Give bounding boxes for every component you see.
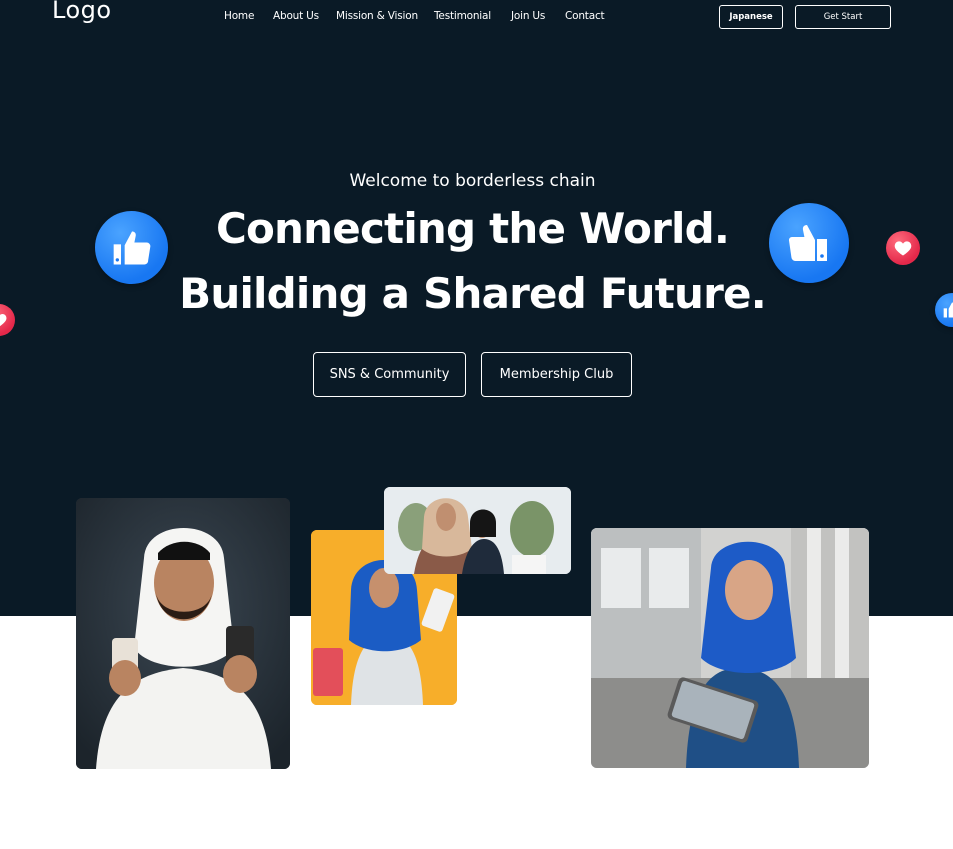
women-with-laptop-photo [384, 487, 571, 574]
sns-community-button[interactable]: SNS & Community [313, 352, 466, 397]
heart-icon [886, 231, 920, 265]
nav-home[interactable]: Home [224, 10, 254, 22]
language-button[interactable]: Japanese [719, 5, 783, 29]
nav-mission-vision[interactable]: Mission & Vision [336, 10, 418, 22]
nav-testimonial[interactable]: Testimonial [434, 10, 491, 22]
hero-welcome: Welcome to borderless chain [349, 171, 596, 191]
man-in-ghutra-photo [76, 498, 290, 769]
thumbs-up-icon [769, 203, 849, 283]
nav-join-us[interactable]: Join Us [511, 10, 545, 22]
nav-about-us[interactable]: About Us [273, 10, 319, 22]
woman-with-tablet-photo [591, 528, 869, 768]
membership-club-button[interactable]: Membership Club [481, 352, 632, 397]
get-start-button[interactable]: Get Start [795, 5, 891, 29]
thumbs-up-icon [95, 211, 168, 284]
nav-contact[interactable]: Contact [565, 10, 605, 22]
